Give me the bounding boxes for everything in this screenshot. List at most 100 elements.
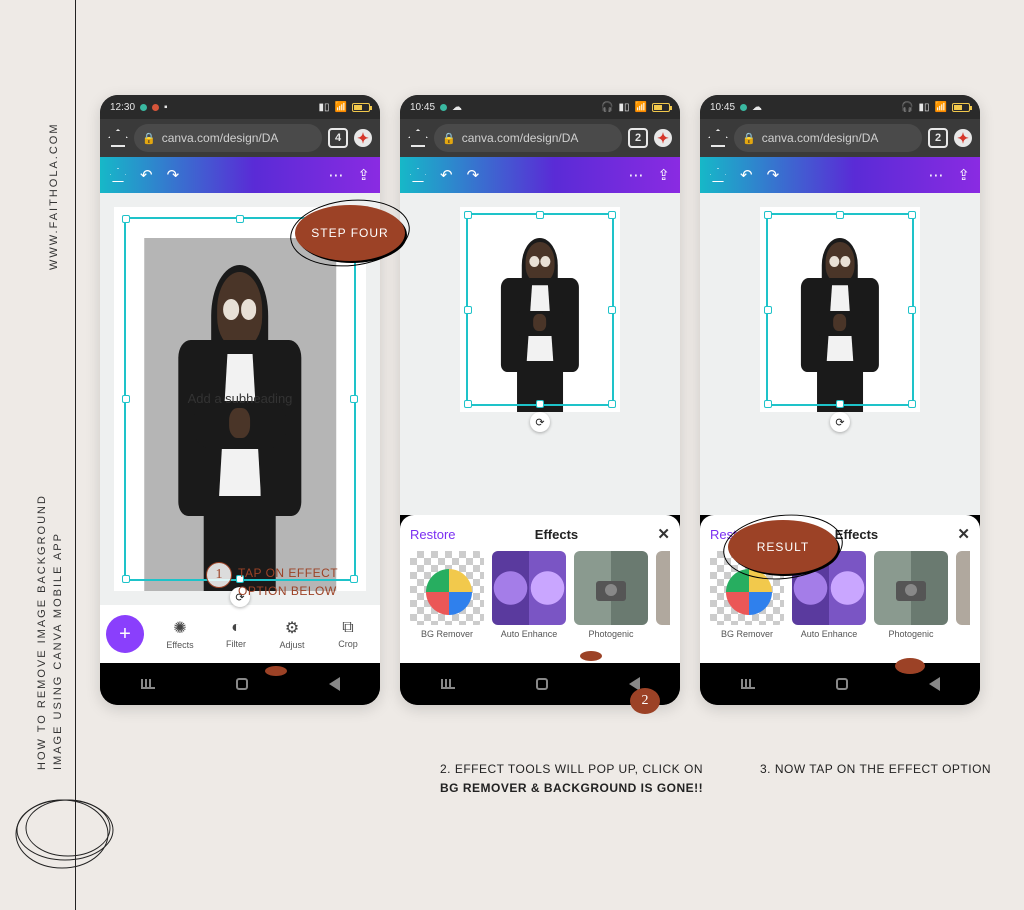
canvas-page[interactable]: ⟳ xyxy=(760,207,920,412)
browser-home-icon[interactable] xyxy=(108,129,128,147)
nav-home-icon[interactable] xyxy=(236,678,248,690)
tab-count[interactable]: 2 xyxy=(928,128,948,148)
effect-partial[interactable] xyxy=(956,551,970,639)
status-bar: 10:45 ☁ 🎧 ▮▯ 📶 xyxy=(400,95,680,119)
adjust-icon: ⚙ xyxy=(285,618,299,638)
sidebar-title-line2: IMAGE USING CANVA MOBILE APP xyxy=(52,532,64,770)
effect-partial[interactable] xyxy=(656,551,670,639)
browser-home-icon[interactable] xyxy=(708,129,728,147)
status-dot-icon xyxy=(140,104,147,111)
selection-box[interactable]: ⟳ xyxy=(466,213,614,406)
tool-filter[interactable]: ◐Filter xyxy=(210,619,262,649)
annotation-number-2: 2 xyxy=(630,688,660,714)
selection-box[interactable]: ⟳ xyxy=(124,217,356,581)
add-button[interactable]: + xyxy=(106,615,144,653)
cloud-icon: ☁ xyxy=(452,102,462,113)
step-badge: STEP FOUR xyxy=(295,205,405,261)
nav-back-icon[interactable] xyxy=(929,677,940,691)
status-dot-icon xyxy=(152,104,159,111)
url-text: canva.com/design/DA xyxy=(762,131,879,145)
lock-icon: 🔒 xyxy=(442,132,456,145)
redo-icon[interactable]: ↷ xyxy=(167,166,180,184)
tool-effects[interactable]: ✺Effects xyxy=(154,618,206,650)
share-icon[interactable]: ⇪ xyxy=(957,166,970,184)
redo-icon[interactable]: ↷ xyxy=(467,166,480,184)
browser-ext-icon[interactable]: ✦ xyxy=(654,129,672,147)
redo-icon[interactable]: ↷ xyxy=(767,166,780,184)
phone-screenshot-1: 12:30 ▪ ▮▯ 📶 🔒 canva.com/design/DA 4 ✦ xyxy=(100,95,380,705)
tab-count[interactable]: 2 xyxy=(628,128,648,148)
canvas-area[interactable]: ⟳ xyxy=(700,193,980,515)
url-text: canva.com/design/DA xyxy=(162,131,279,145)
nav-home-icon[interactable] xyxy=(836,678,848,690)
canvas-area[interactable]: ⟳ xyxy=(400,193,680,515)
effect-auto-enhance[interactable]: Auto Enhance xyxy=(492,551,566,639)
sidebar-title-line1: HOW TO REMOVE IMAGE BACKGROUND xyxy=(36,494,48,770)
canva-home-icon[interactable] xyxy=(410,168,426,182)
more-icon[interactable]: ⋯ xyxy=(928,166,943,184)
more-icon[interactable]: ⋯ xyxy=(628,166,643,184)
close-icon[interactable]: ✕ xyxy=(657,525,670,543)
effect-photogenic[interactable]: Photogenic xyxy=(574,551,648,639)
effect-photogenic[interactable]: Photogenic xyxy=(874,551,948,639)
share-icon[interactable]: ⇪ xyxy=(357,166,370,184)
browser-bar: 🔒 canva.com/design/DA 2 ✦ xyxy=(400,119,680,157)
canvas-page[interactable]: ⟳ xyxy=(460,207,620,412)
undo-icon[interactable]: ↶ xyxy=(740,166,753,184)
effect-bg-remover[interactable]: BG Remover xyxy=(410,551,484,639)
close-icon[interactable]: ✕ xyxy=(957,525,970,543)
restore-button[interactable]: Restore xyxy=(410,527,456,542)
tool-adjust[interactable]: ⚙Adjust xyxy=(266,618,318,650)
more-icon[interactable]: ⋯ xyxy=(328,166,343,184)
lock-icon: 🔒 xyxy=(742,132,756,145)
signal-icon: 📶 xyxy=(635,102,647,113)
tab-count[interactable]: 4 xyxy=(328,128,348,148)
result-badge: RESULT xyxy=(728,520,838,574)
scribble-decoration xyxy=(10,780,120,890)
caption-2: 2. EFFECT TOOLS WILL POP UP, CLICK ON BG… xyxy=(440,760,720,798)
canva-toolbar: ↶ ↷ ⋯ ⇪ xyxy=(100,157,380,193)
nav-home-icon[interactable] xyxy=(536,678,548,690)
url-bar[interactable]: 🔒 canva.com/design/DA xyxy=(734,124,922,152)
canva-toolbar: ↶ ↷ ⋯ ⇪ xyxy=(700,157,980,193)
highlight-smudge xyxy=(580,651,602,661)
canva-home-icon[interactable] xyxy=(710,168,726,182)
status-dot-icon xyxy=(740,104,747,111)
undo-icon[interactable]: ↶ xyxy=(140,166,153,184)
browser-home-icon[interactable] xyxy=(408,129,428,147)
headset-icon: 🎧 xyxy=(901,102,913,113)
android-nav xyxy=(100,663,380,705)
browser-ext-icon[interactable]: ✦ xyxy=(954,129,972,147)
nav-recent-icon[interactable] xyxy=(441,679,455,689)
nav-back-icon[interactable] xyxy=(329,677,340,691)
status-time: 10:45 xyxy=(410,102,435,113)
sidebar-url: WWW.FAITHOLA.COM xyxy=(48,123,60,271)
selection-box[interactable]: ⟳ xyxy=(766,213,914,406)
status-icon: ▪ xyxy=(164,102,168,113)
nav-recent-icon[interactable] xyxy=(741,679,755,689)
status-time: 12:30 xyxy=(110,102,135,113)
browser-ext-icon[interactable]: ✦ xyxy=(354,129,372,147)
tool-crop[interactable]: ⧉Crop xyxy=(322,619,374,649)
panel-title: Effects xyxy=(535,527,578,542)
canva-home-icon[interactable] xyxy=(110,168,126,182)
signal-icon: ▮▯ xyxy=(319,102,330,113)
browser-bar: 🔒 canva.com/design/DA 4 ✦ xyxy=(100,119,380,157)
share-icon[interactable]: ⇪ xyxy=(657,166,670,184)
highlight-smudge xyxy=(265,666,287,676)
highlight-smudge xyxy=(895,658,925,674)
browser-bar: 🔒 canva.com/design/DA 2 ✦ xyxy=(700,119,980,157)
status-time: 10:45 xyxy=(710,102,735,113)
rotate-handle-icon[interactable]: ⟳ xyxy=(530,412,550,432)
status-dot-icon xyxy=(440,104,447,111)
phone-screenshot-3: 10:45 ☁ 🎧 ▮▯ 📶 🔒 canva.com/design/DA 2 ✦ xyxy=(700,95,980,705)
nav-recent-icon[interactable] xyxy=(141,679,155,689)
url-bar[interactable]: 🔒 canva.com/design/DA xyxy=(134,124,322,152)
battery-icon xyxy=(652,103,670,112)
url-text: canva.com/design/DA xyxy=(462,131,579,145)
url-bar[interactable]: 🔒 canva.com/design/DA xyxy=(434,124,622,152)
undo-icon[interactable]: ↶ xyxy=(440,166,453,184)
signal-icon: 📶 xyxy=(335,102,347,113)
rotate-handle-icon[interactable]: ⟳ xyxy=(830,412,850,432)
status-bar: 12:30 ▪ ▮▯ 📶 xyxy=(100,95,380,119)
